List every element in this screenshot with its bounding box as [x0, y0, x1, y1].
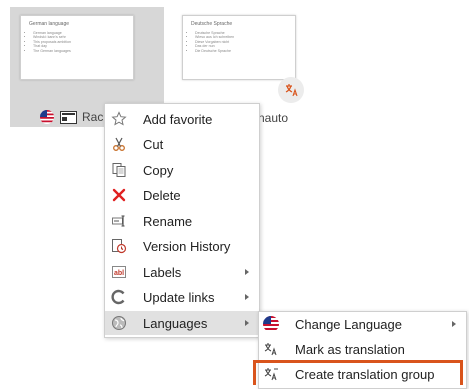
scissors-icon — [110, 135, 128, 153]
submenu-item-label: Mark as translation — [295, 342, 405, 357]
submenu-arrow-icon — [245, 294, 249, 300]
slide-tile-footer: Raci — [40, 110, 106, 124]
presentation-icon — [60, 110, 77, 124]
rename-icon — [110, 212, 128, 230]
version-history-icon — [110, 237, 128, 255]
menu-item-label: Version History — [143, 238, 231, 254]
submenu-item-label: Change Language — [295, 317, 402, 332]
slide-thumbnail-1[interactable]: German language German language Windski:… — [20, 15, 134, 80]
labels-icon: abl — [110, 263, 128, 281]
menu-item-cut[interactable]: Cut — [105, 132, 259, 156]
context-menu: Add favorite Cut Copy Delete Rename Vers… — [104, 103, 260, 338]
menu-item-delete[interactable]: Delete — [105, 183, 259, 207]
menu-item-label: Copy — [143, 162, 174, 178]
us-flag-icon — [40, 110, 54, 124]
menu-item-add-favorite[interactable]: Add favorite — [105, 107, 259, 131]
update-links-icon — [110, 288, 128, 306]
slide-thumbnail-2[interactable]: Deutsche Sprache Deutsche Sprache Wieso … — [182, 15, 296, 80]
submenu-item-mark-as-translation[interactable]: Mark as translation — [259, 337, 466, 361]
svg-text:abl: abl — [114, 270, 124, 277]
emphasis-outline — [253, 360, 463, 385]
menu-item-label: Languages — [143, 315, 208, 331]
slide-name[interactable]: nauto — [258, 111, 288, 125]
menu-item-rename[interactable]: Rename — [105, 209, 259, 233]
menu-item-label: Cut — [143, 136, 164, 152]
translation-icon — [278, 77, 304, 103]
globe-icon — [110, 314, 128, 332]
slide-bullet: The German languages — [33, 49, 71, 53]
menu-item-label: Labels — [143, 264, 182, 280]
star-icon — [110, 110, 128, 128]
slide-bullets: German language Windski: kann's sehr Thi… — [27, 31, 71, 53]
menu-item-update-links[interactable]: Update links — [105, 285, 259, 309]
us-flag-icon — [262, 315, 280, 333]
slide-name[interactable]: Raci — [82, 110, 106, 124]
copy-icon — [110, 161, 128, 179]
menu-item-version-history[interactable]: Version History — [105, 234, 259, 258]
menu-item-copy[interactable]: Copy — [105, 158, 259, 182]
submenu-arrow-icon — [245, 320, 249, 326]
slide-bullet: Die Deutsche Sprache — [195, 49, 234, 53]
slide-title: Deutsche Sprache — [191, 21, 233, 27]
submenu-arrow-icon — [245, 269, 249, 275]
menu-item-label: Add favorite — [143, 111, 213, 127]
slide-bullets: Deutsche Sprache Wieso aus Ich schreiben… — [189, 31, 234, 53]
submenu-item-change-language[interactable]: Change Language — [259, 312, 466, 336]
menu-item-labels[interactable]: abl Labels — [105, 260, 259, 284]
delete-x-icon — [110, 186, 128, 204]
submenu-arrow-icon — [452, 321, 456, 327]
menu-item-label: Update links — [143, 289, 215, 305]
menu-item-languages[interactable]: Languages — [105, 311, 259, 335]
mark-translation-icon — [262, 340, 280, 358]
menu-item-label: Delete — [143, 187, 181, 203]
slide-title: German language — [29, 21, 70, 27]
menu-item-label: Rename — [143, 213, 193, 229]
